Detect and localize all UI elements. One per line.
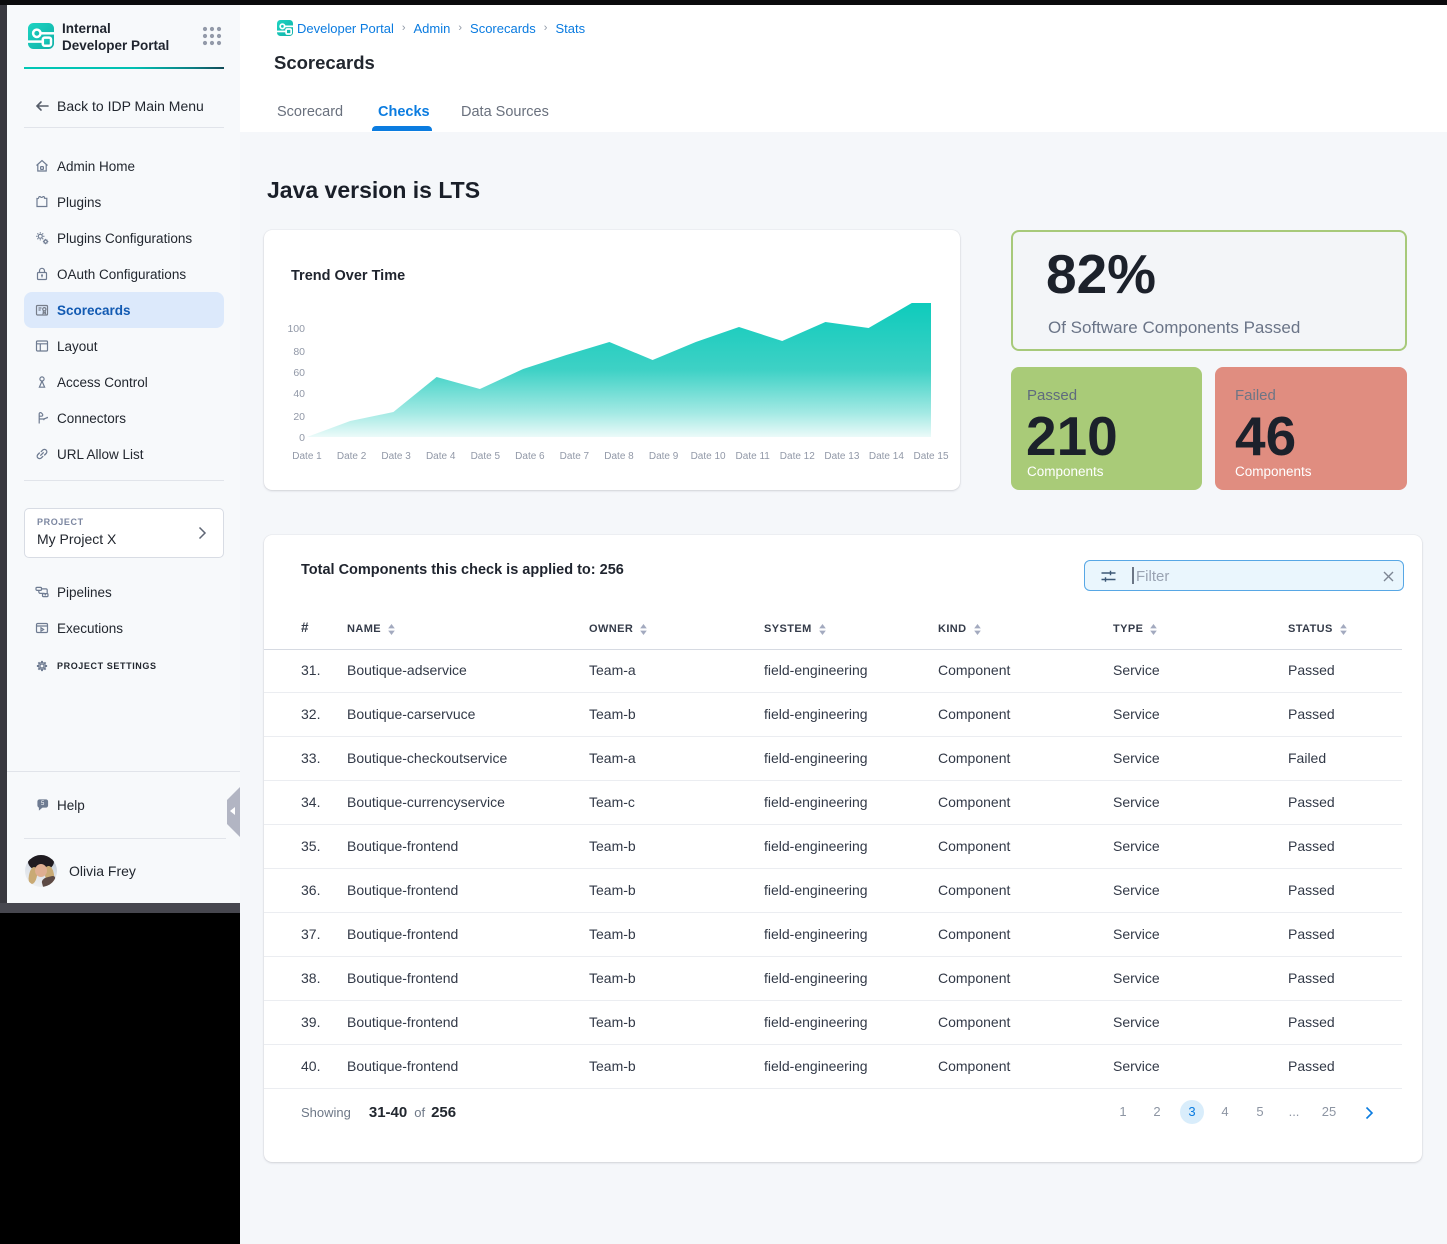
svg-text:Date 13: Date 13 [824, 451, 859, 462]
svg-text:Date 1: Date 1 [292, 451, 322, 462]
svg-text:Date 12: Date 12 [780, 451, 815, 462]
svg-text:Date 8: Date 8 [604, 451, 634, 462]
svg-text:20: 20 [293, 411, 305, 423]
svg-text:0: 0 [299, 432, 305, 444]
svg-text:Date 15: Date 15 [913, 451, 948, 462]
svg-text:Date 5: Date 5 [471, 451, 501, 462]
svg-text:80: 80 [293, 346, 305, 358]
svg-text:Date 10: Date 10 [691, 451, 726, 462]
svg-text:60: 60 [293, 367, 305, 379]
svg-text:Date 14: Date 14 [869, 451, 904, 462]
svg-text:Date 3: Date 3 [381, 451, 411, 462]
svg-text:Date 11: Date 11 [736, 451, 771, 462]
svg-text:Date 2: Date 2 [337, 451, 367, 462]
svg-text:40: 40 [293, 388, 305, 400]
svg-text:100: 100 [287, 323, 305, 335]
svg-text:Date 9: Date 9 [649, 451, 679, 462]
svg-text:Date 7: Date 7 [560, 451, 590, 462]
svg-text:Date 4: Date 4 [426, 451, 456, 462]
svg-text:Date 6: Date 6 [515, 451, 545, 462]
